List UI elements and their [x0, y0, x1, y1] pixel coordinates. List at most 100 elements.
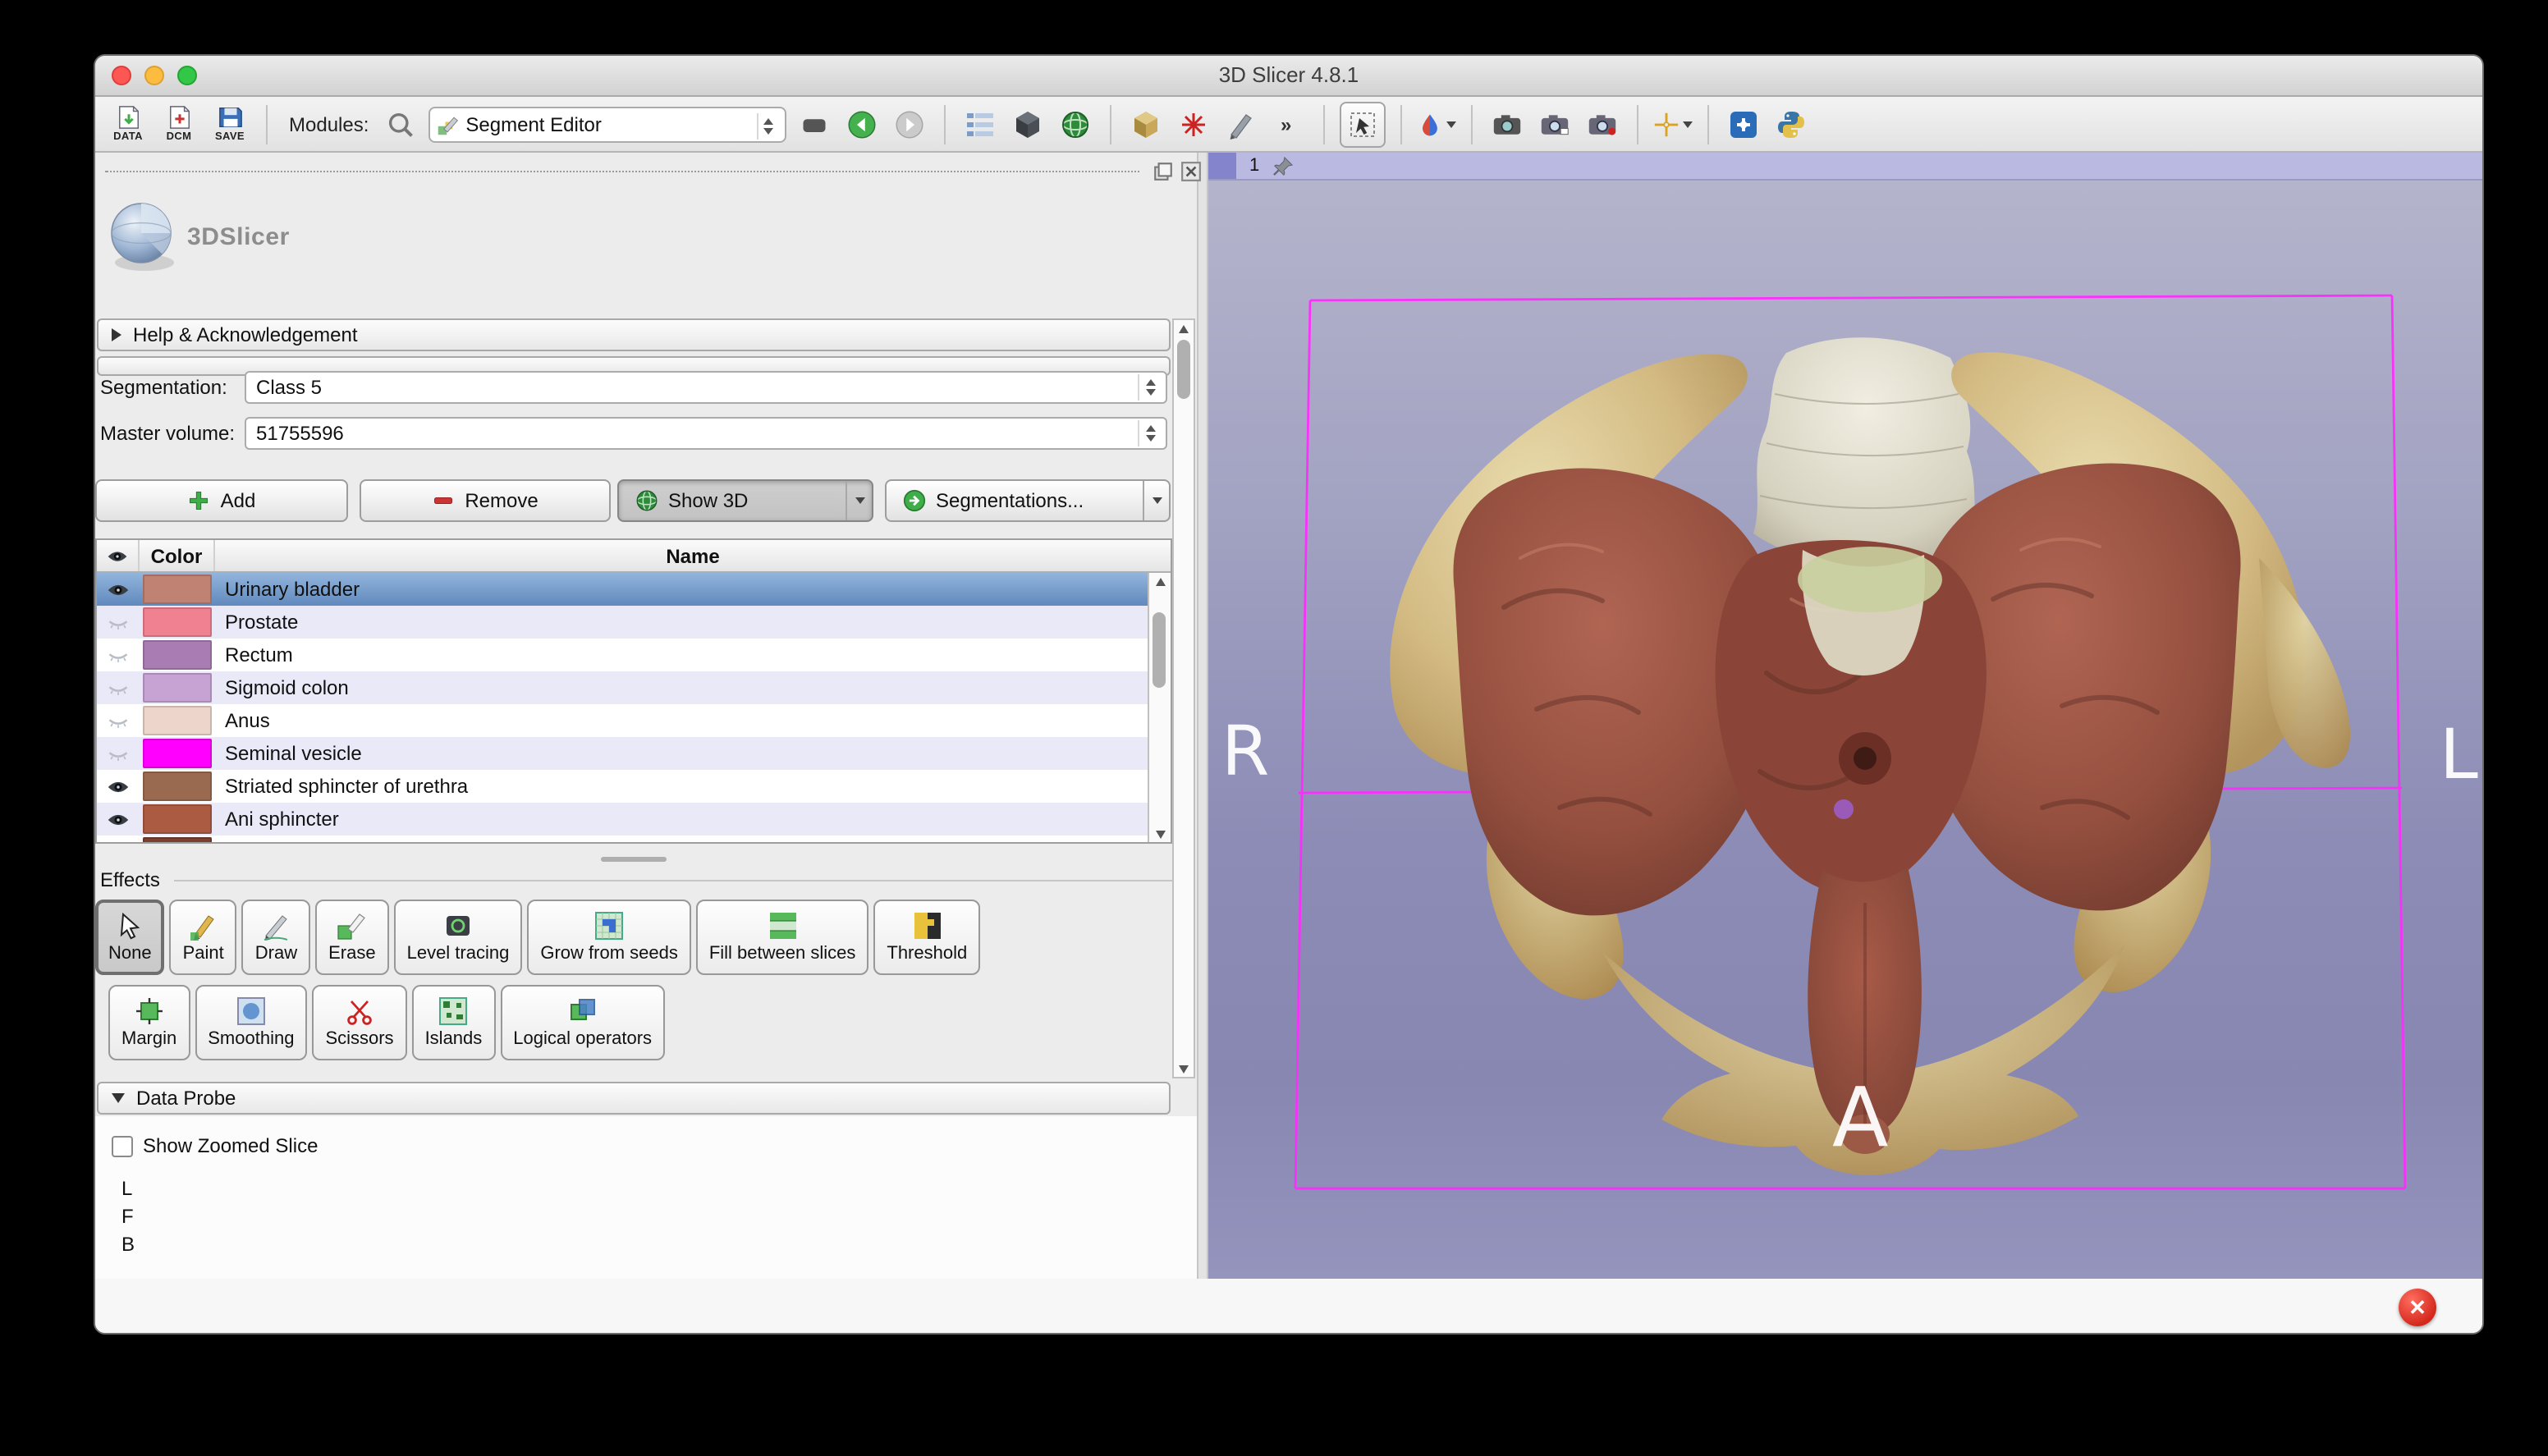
- table-scrollbar[interactable]: [1148, 573, 1171, 842]
- mouse-mode-button[interactable]: [1339, 101, 1385, 147]
- effect-erase-button[interactable]: Erase: [315, 900, 389, 975]
- screenshot-button[interactable]: [1487, 103, 1526, 145]
- panel-scrollbar[interactable]: [1172, 318, 1195, 1078]
- segment-row[interactable]: Seminal vesicle: [97, 737, 1148, 770]
- effect-grow-from-seeds-button[interactable]: Grow from seeds: [527, 900, 691, 975]
- module-search-icon[interactable]: [380, 103, 419, 145]
- save-scene-button[interactable]: SAVE: [209, 101, 251, 147]
- remove-segment-button[interactable]: Remove: [360, 479, 611, 522]
- visibility-off-icon[interactable]: [107, 712, 130, 730]
- visibility-off-icon[interactable]: [107, 613, 130, 631]
- master-volume-select[interactable]: 51755596: [245, 417, 1167, 450]
- effect-draw-button[interactable]: Draw: [242, 900, 310, 975]
- extensions-button[interactable]: [1723, 103, 1762, 145]
- effect-none-button[interactable]: None: [95, 900, 165, 975]
- segment-row[interactable]: Prostate: [97, 606, 1148, 639]
- visibility-on-icon[interactable]: [107, 810, 130, 828]
- segment-row[interactable]: Urinary bladder: [97, 573, 1148, 606]
- segment-row[interactable]: Anus: [97, 704, 1148, 737]
- load-data-button[interactable]: DATA: [107, 101, 149, 147]
- show-3d-globe-button[interactable]: [1055, 103, 1094, 145]
- segment-row-partial[interactable]: [97, 836, 1148, 842]
- color-swatch[interactable]: [143, 673, 212, 703]
- module-history-icon[interactable]: [794, 103, 833, 145]
- color-swatch[interactable]: [143, 640, 212, 670]
- close-panel-icon[interactable]: [1180, 161, 1202, 182]
- color-swatch[interactable]: [143, 771, 212, 801]
- color-swatch[interactable]: [143, 804, 212, 834]
- segmentations-button[interactable]: Segmentations...: [885, 479, 1171, 522]
- back-button[interactable]: [841, 103, 881, 145]
- import-dicom-button[interactable]: DCM: [158, 101, 200, 147]
- show-zoomed-slice-checkbox[interactable]: [112, 1135, 133, 1156]
- visibility-off-icon[interactable]: [107, 646, 130, 664]
- data-probe-section[interactable]: Data Probe: [97, 1082, 1171, 1115]
- show-3d-dropdown[interactable]: [846, 481, 872, 520]
- color-swatch[interactable]: [143, 607, 212, 637]
- sceneview-restore-button[interactable]: [1582, 103, 1621, 145]
- effect-smoothing-button[interactable]: Smoothing: [195, 985, 307, 1060]
- effect-level-tracing-button[interactable]: Level tracing: [394, 900, 523, 975]
- forward-button[interactable]: [889, 103, 928, 145]
- table-scrollbar-thumb[interactable]: [1153, 612, 1166, 688]
- desktop: 3D Slicer 4.8.1 DATADCMSAVE Modules: Segme…: [0, 0, 2548, 1456]
- sceneview-add-button[interactable]: [1534, 103, 1574, 145]
- color-tool-button[interactable]: [1416, 103, 1455, 145]
- segment-row[interactable]: Sigmoid colon: [97, 671, 1148, 704]
- toolbar-separator: [1636, 104, 1638, 144]
- visibility-off-icon[interactable]: [107, 679, 130, 697]
- view-cube-button[interactable]: [1007, 103, 1047, 145]
- color-swatch[interactable]: [143, 575, 212, 604]
- effect-scissors-button[interactable]: Scissors: [312, 985, 406, 1060]
- toolbar-overflow-chevron[interactable]: »: [1268, 103, 1308, 145]
- title-bar[interactable]: 3D Slicer 4.8.1: [95, 56, 2482, 97]
- panel-grip[interactable]: [105, 171, 1139, 172]
- capture-cube-button[interactable]: [1125, 103, 1165, 145]
- view-controller-bar[interactable]: 1: [1208, 153, 2484, 181]
- color-swatch[interactable]: [143, 706, 212, 735]
- view-color-square[interactable]: [1208, 153, 1236, 179]
- effect-logical-operators-button[interactable]: Logical operators: [500, 985, 665, 1060]
- effect-fill-between-slices-button[interactable]: Fill between slices: [696, 900, 869, 975]
- erase-icon: [337, 911, 367, 941]
- panel-splitter[interactable]: [1197, 153, 1208, 1279]
- color-swatch[interactable]: [143, 739, 212, 768]
- zoom-window-button[interactable]: [177, 66, 197, 85]
- help-acknowledgement-section[interactable]: Help & Acknowledgement: [97, 318, 1171, 351]
- python-console-button[interactable]: [1771, 103, 1810, 145]
- effect-islands-button[interactable]: Islands: [412, 985, 496, 1060]
- show-zoomed-slice-label: Show Zoomed Slice: [143, 1134, 318, 1157]
- add-segment-button[interactable]: Add: [95, 479, 348, 522]
- effect-threshold-button[interactable]: Threshold: [873, 900, 980, 975]
- table-resize-handle[interactable]: [601, 857, 667, 862]
- scene-snapshot-button[interactable]: [1173, 103, 1212, 145]
- scroll-down-icon[interactable]: [1174, 1060, 1194, 1077]
- effect-paint-button[interactable]: Paint: [170, 900, 237, 975]
- panel-scrollbar-thumb[interactable]: [1177, 340, 1190, 399]
- segmentation-select[interactable]: Class 5: [245, 371, 1167, 404]
- visibility-off-icon[interactable]: [107, 744, 130, 762]
- visibility-on-icon[interactable]: [107, 580, 130, 598]
- module-selector[interactable]: Segment Editor: [428, 106, 786, 142]
- visibility-on-icon[interactable]: [107, 777, 130, 795]
- annotate-marker-button[interactable]: [1221, 103, 1260, 145]
- crosshair-button[interactable]: [1652, 103, 1692, 145]
- minimize-window-button[interactable]: [144, 66, 164, 85]
- pin-icon[interactable]: [1272, 155, 1294, 176]
- undock-panel-icon[interactable]: [1153, 161, 1174, 182]
- effect-margin-button[interactable]: Margin: [108, 985, 190, 1060]
- segment-row[interactable]: Ani sphincter: [97, 803, 1148, 836]
- show-3d-button[interactable]: Show 3D: [617, 479, 873, 522]
- scroll-down-icon[interactable]: [1149, 826, 1171, 842]
- segmentations-dropdown[interactable]: [1143, 481, 1169, 520]
- segment-row[interactable]: Striated sphincter of urethra: [97, 770, 1148, 803]
- segment-row[interactable]: Rectum: [97, 639, 1148, 671]
- error-log-button[interactable]: ✕: [2399, 1289, 2436, 1326]
- layout-selector-button[interactable]: [960, 103, 999, 145]
- color-swatch[interactable]: [143, 837, 212, 842]
- close-window-button[interactable]: [112, 66, 131, 85]
- threed-viewport[interactable]: R L A: [1208, 181, 2484, 1279]
- scroll-up-icon[interactable]: [1149, 573, 1171, 589]
- modules-label: Modules:: [289, 112, 369, 135]
- scroll-up-icon[interactable]: [1174, 320, 1194, 337]
